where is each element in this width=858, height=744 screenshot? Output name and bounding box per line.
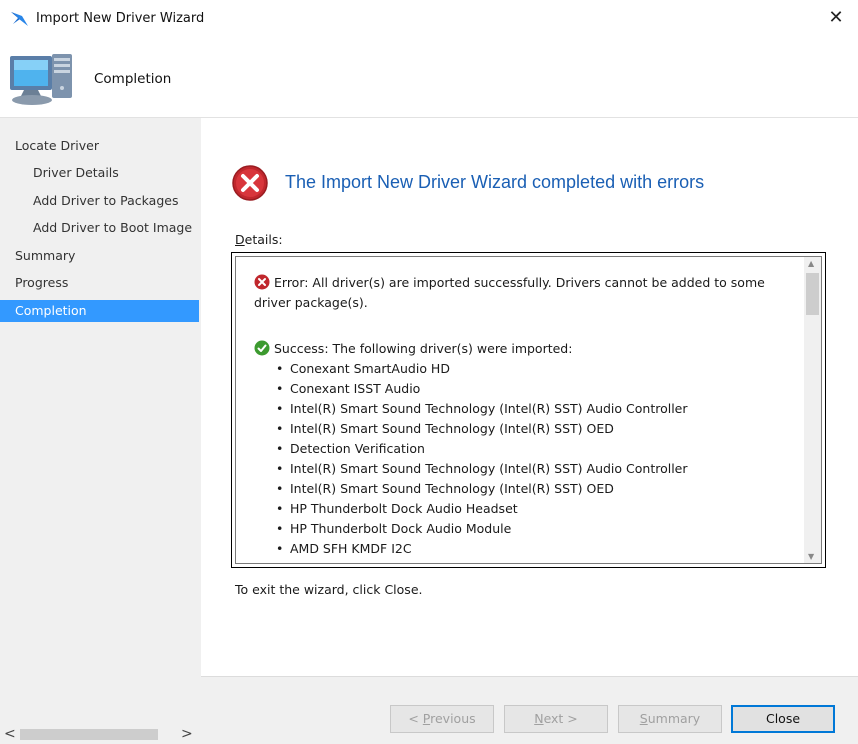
success-message-text: Success: The following driver(s) were im… [274,341,573,356]
header-title: Completion [94,71,172,87]
list-item: HP Thunderbolt Dock Audio Module [276,519,688,539]
list-item: Intel(R) Smart Sound Technology (Intel(R… [276,479,688,499]
list-item: Conexant SmartAudio HD [276,359,688,379]
details-label-accel: D [235,232,245,247]
wizard-header: Completion [0,38,858,118]
details-label: Details: [235,232,283,247]
step-locate-driver[interactable]: Locate Driver [0,135,199,157]
summary-rest: ummary [647,711,701,726]
result-title: The Import New Driver Wizard completed w… [285,172,705,192]
scroll-down-icon[interactable]: ▼ [808,552,814,561]
summary-accel: S [639,711,648,726]
wizard-arrow-icon [11,12,28,26]
computer-icon [10,54,72,105]
close-button[interactable]: Close [731,705,835,733]
previous-prefix: < [408,711,423,726]
list-item: Intel(R) Smart Sound Technology (Intel(R… [276,459,688,479]
step-add-driver-to-packages[interactable]: Add Driver to Packages [0,190,199,212]
success-check-icon [254,340,270,356]
next-accel: N [534,711,544,726]
step-completion[interactable]: Completion [0,300,199,322]
error-small-icon [254,274,270,290]
previous-button[interactable]: < Previous [390,705,494,733]
driver-list: Conexant SmartAudio HD Conexant ISST Aud… [276,359,688,559]
step-add-driver-to-boot-image[interactable]: Add Driver to Boot Image [0,217,199,239]
wizard-steps-sidebar: Locate Driver Driver Details Add Driver … [0,118,201,744]
previous-rest: revious [430,711,476,726]
scroll-up-icon[interactable]: ▲ [808,259,814,268]
scrollbar-thumb[interactable] [20,729,158,740]
error-message: Error: All driver(s) are imported succes… [254,273,794,313]
title-bar: Import New Driver Wizard ✕ [0,0,858,38]
wizard-footer: < Previous Next > Summary Close [201,676,858,744]
list-item: Intel(R) Smart Sound Technology (Intel(R… [276,399,688,419]
details-scroll-area[interactable]: Error: All driver(s) are imported succes… [235,256,822,564]
list-item: AMD SFH KMDF I2C [276,539,688,559]
list-item: Intel(R) Smart Sound Technology (Intel(R… [276,419,688,439]
next-button[interactable]: Next > [504,705,608,733]
summary-button[interactable]: Summary [618,705,722,733]
window-title: Import New Driver Wizard [36,11,205,26]
error-icon [232,165,268,201]
list-item: Detection Verification [276,439,688,459]
error-message-text: Error: All driver(s) are imported succes… [254,275,765,310]
close-window-icon[interactable]: ✕ [824,6,848,30]
wizard-content: The Import New Driver Wizard completed w… [201,118,858,676]
list-item: Conexant ISST Audio [276,379,688,399]
scroll-left-icon[interactable]: < [4,726,16,742]
details-label-rest: etails: [244,232,283,247]
list-item: HP Thunderbolt Dock Audio Headset [276,499,688,519]
scrollbar-thumb[interactable] [806,273,819,315]
sidebar-horizontal-scrollbar[interactable]: < > [0,724,201,744]
step-driver-details[interactable]: Driver Details [0,162,199,184]
next-rest: ext > [543,711,578,726]
details-vertical-scrollbar[interactable]: ▲ ▼ [804,257,821,563]
step-progress[interactable]: Progress [0,272,199,294]
details-box[interactable]: Error: All driver(s) are imported succes… [231,252,826,568]
scroll-right-icon[interactable]: > [181,726,193,742]
success-message: Success: The following driver(s) were im… [254,339,794,359]
exit-instructions: To exit the wizard, click Close. [235,582,423,597]
step-summary[interactable]: Summary [0,245,199,267]
